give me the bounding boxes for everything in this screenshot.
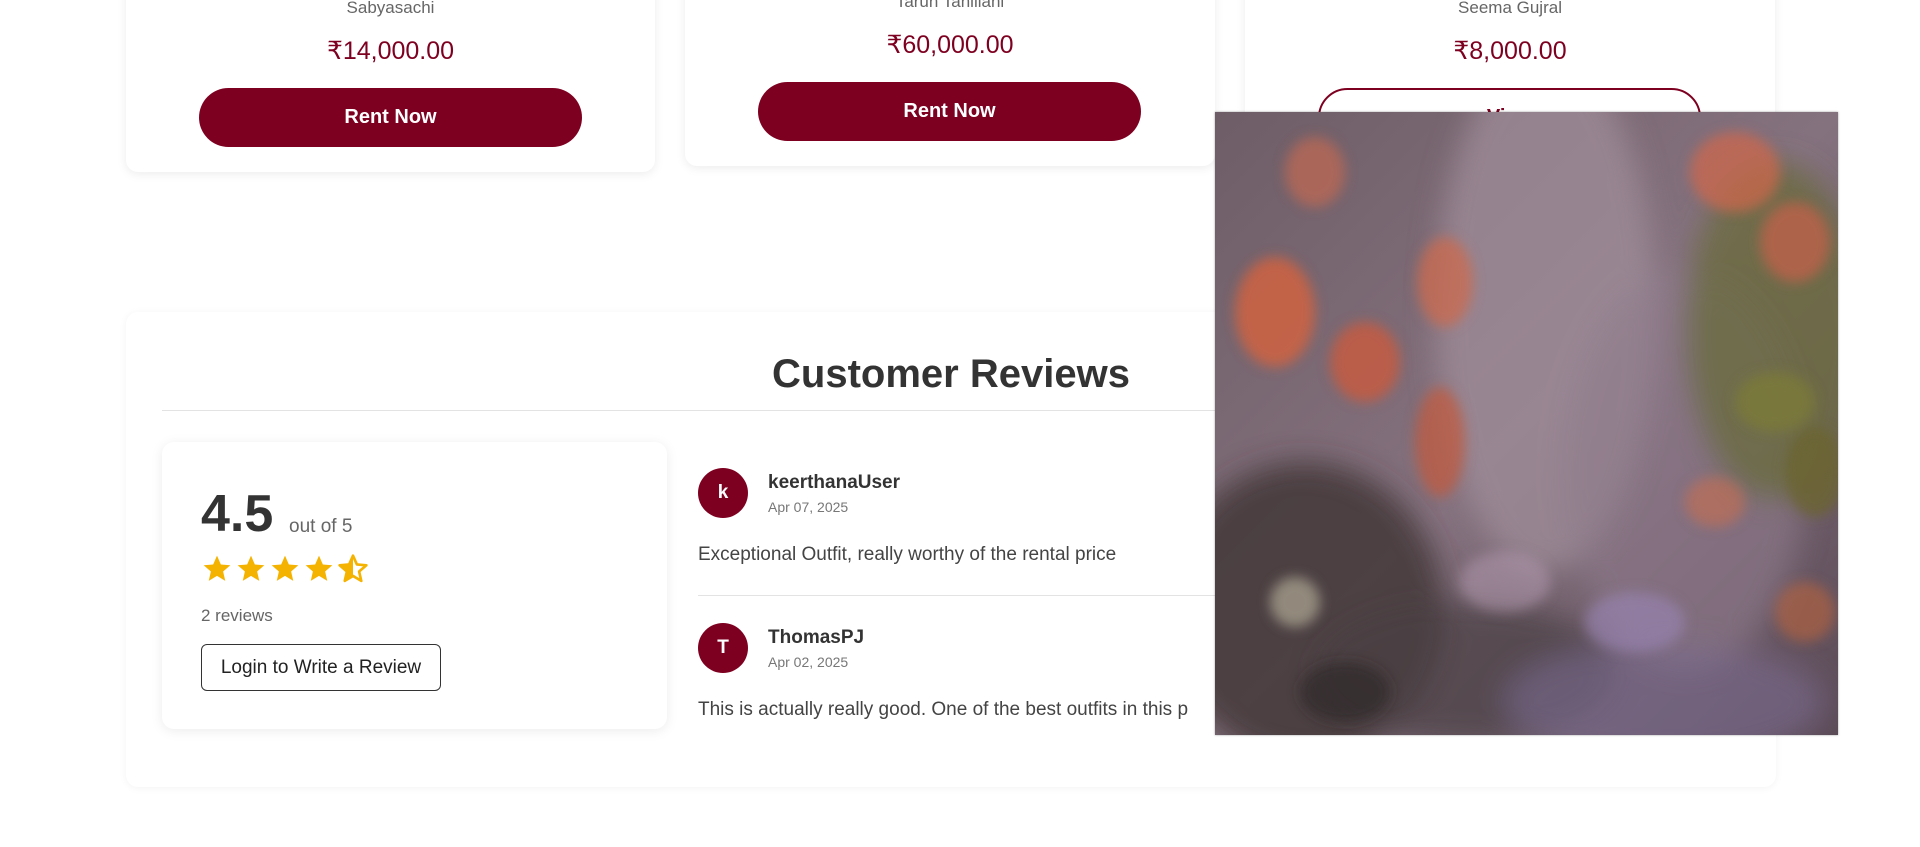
average-rating: 4.5 [201,485,274,543]
product-card: Sabyasachi ₹14,000.00 Rent Now [126,0,655,172]
review-text: This is actually really good. One of the… [698,699,1189,720]
star-icon [237,555,265,581]
abstract-painting [1215,112,1838,735]
product-price: ₹8,000.00 [1453,37,1567,65]
floating-painting-image [1215,112,1838,735]
review-date: Apr 02, 2025 [768,654,849,670]
reviewer-name: keerthanaUser [768,472,901,493]
half-star-icon [338,554,368,583]
product-designer: Tarun Tahiliani [895,0,1005,11]
rating-out-of: out of 5 [289,516,353,537]
product-price: ₹60,000.00 [886,31,1014,59]
review-date: Apr 07, 2025 [768,499,849,515]
product-card: Tarun Tahiliani ₹60,000.00 Rent Now [685,0,1215,166]
rent-now-button[interactable]: Rent Now [758,82,1141,141]
product-price: ₹14,000.00 [326,37,455,65]
avatar: k [698,468,748,518]
star-icon [203,555,231,581]
reviewer-name: ThomasPJ [768,627,865,648]
star-icon [305,555,333,581]
star-icon [271,555,299,581]
review-text: Exceptional Outfit, really worthy of the… [698,544,1117,565]
rent-now-button[interactable]: Rent Now [199,88,582,147]
page: Sabyasachi ₹14,000.00 Rent Now Tarun Tah… [0,0,1900,847]
star-rating [201,553,369,585]
product-designer: Sabyasachi [346,0,435,17]
review-count: 2 reviews [201,606,273,625]
avatar: T [698,623,748,673]
login-to-review-button[interactable]: Login to Write a Review [201,644,441,691]
product-designer: Seema Gujral [1458,0,1562,17]
rating-summary: 4.5 out of 5 2 reviews Login to Write a … [162,442,667,729]
